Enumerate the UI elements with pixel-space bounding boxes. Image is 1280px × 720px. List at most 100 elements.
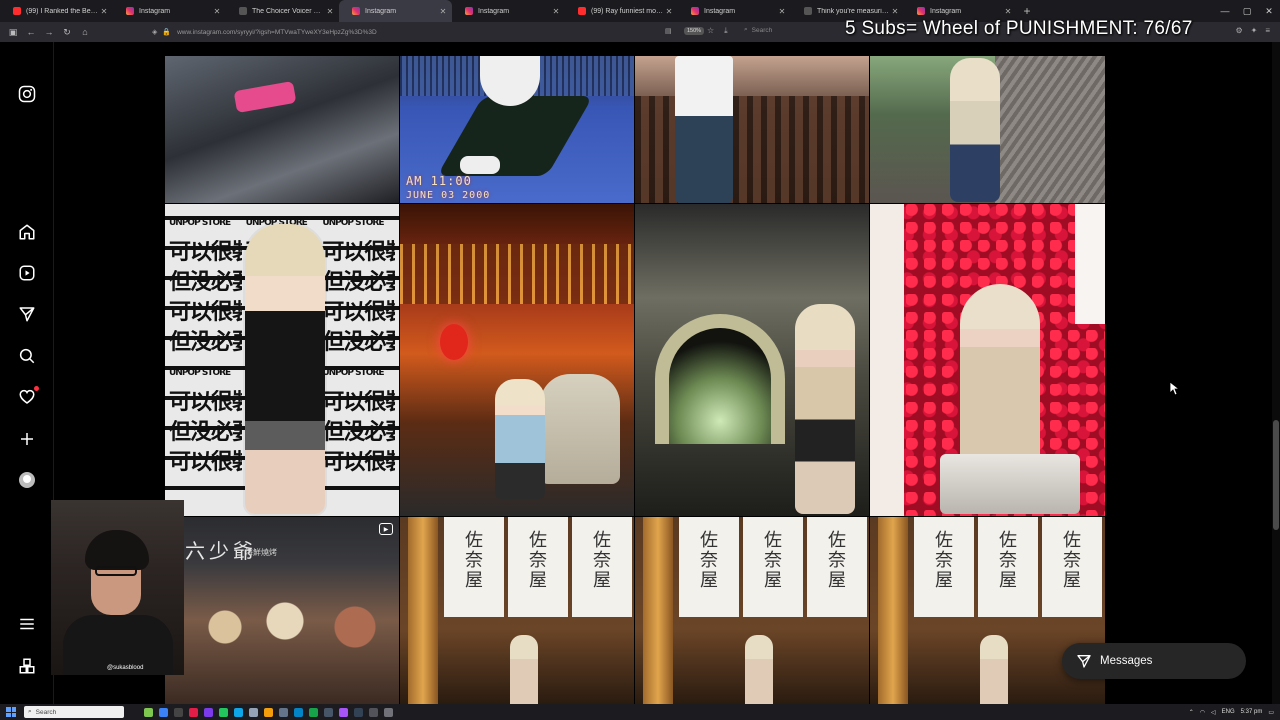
post-thumbnail-motorbike[interactable] [165, 56, 399, 203]
apps-icon[interactable] [17, 656, 37, 676]
close-tab-icon[interactable]: ✕ [212, 7, 222, 16]
app-icon[interactable] [279, 707, 288, 717]
close-tab-icon[interactable]: ✕ [664, 7, 674, 16]
webcam-handle: @sukasblood [107, 665, 144, 671]
close-tab-icon[interactable]: ✕ [777, 7, 787, 16]
extension-icon[interactable]: ⚙ [1235, 26, 1242, 35]
search-placeholder: Search [751, 26, 773, 34]
page-scrollbar[interactable] [1272, 42, 1280, 704]
create-icon[interactable] [17, 429, 37, 449]
post-thumbnail-rooftop[interactable] [870, 56, 1105, 203]
app-icon[interactable] [294, 707, 303, 717]
avatar [19, 472, 35, 488]
browser-tab[interactable]: Instagram ✕ [678, 0, 791, 22]
app-icon[interactable] [144, 707, 153, 717]
reader-view-icon[interactable]: ▤ [665, 27, 672, 35]
app-icon[interactable] [324, 707, 333, 717]
browser-search-box[interactable]: ⌕ Search [744, 26, 844, 34]
search-icon[interactable] [17, 346, 37, 366]
post-thumbnail-bbq-dinner[interactable]: 六少爺 海鮮燒烤 ▶ [165, 517, 399, 704]
stream-overlay-text: 5 Subs= Wheel of PUNISHMENT: 76/67 [845, 18, 1193, 39]
start-menu-icon[interactable] [4, 705, 18, 719]
reload-icon[interactable]: ↻ [58, 27, 76, 38]
reels-icon[interactable] [17, 263, 37, 283]
new-tab-button[interactable]: + [1017, 4, 1037, 18]
site-favicon-icon [239, 7, 247, 15]
instagram-sidebar [0, 42, 54, 704]
profile-icon[interactable] [17, 470, 37, 490]
extensions-puzzle-icon[interactable]: ✦ [1251, 26, 1258, 35]
scrollbar-thumb[interactable] [1273, 420, 1279, 530]
app-icon[interactable] [189, 707, 198, 717]
minimize-icon[interactable]: — [1214, 0, 1236, 22]
app-icon[interactable] [204, 707, 213, 717]
instagram-favicon-icon [126, 7, 134, 15]
notifications-icon[interactable] [17, 386, 39, 407]
app-icon[interactable] [234, 707, 243, 717]
url-text[interactable]: www.instagram.com/syryyi/?igsh=MTVwaTYwe… [177, 29, 377, 36]
maximize-icon[interactable]: ▢ [1236, 0, 1258, 22]
post-thumbnail-temple[interactable] [400, 204, 634, 516]
back-icon[interactable]: ← [22, 27, 40, 37]
lock-icon[interactable]: 🔒 [162, 28, 171, 36]
close-tab-icon[interactable]: ✕ [438, 7, 448, 16]
chevron-up-icon[interactable]: ⌃ [1189, 709, 1194, 716]
magnifier-icon: ⌕ [744, 26, 748, 33]
post-thumbnail-bridge[interactable] [635, 204, 869, 516]
close-tab-icon[interactable]: ✕ [1003, 7, 1013, 16]
download-icon[interactable]: ⤓ [724, 26, 728, 36]
post-thumbnail-curtain-2[interactable]: 佐 奈 屋 佐 奈 屋 佐 奈 屋 [635, 517, 869, 704]
volume-icon[interactable]: ◁ [1211, 709, 1216, 716]
post-thumbnail-balcony[interactable] [635, 56, 869, 203]
close-tab-icon[interactable]: ✕ [551, 7, 561, 16]
app-icon[interactable] [384, 707, 393, 717]
messages-button[interactable]: Messages [1062, 643, 1246, 679]
magnifier-icon: ⌕ [28, 708, 32, 715]
messages-label: Messages [1100, 655, 1153, 667]
shield-icon[interactable]: ◈ [152, 28, 157, 36]
sidebar-toggle-icon[interactable]: ▣ [4, 27, 22, 38]
app-icon[interactable] [369, 707, 378, 717]
browser-tab-active[interactable]: Instagram ✕ [339, 0, 452, 22]
menu-more-icon[interactable]: ≡ [1265, 26, 1270, 35]
bookmark-star-icon[interactable]: ☆ [707, 26, 714, 36]
menu-icon[interactable] [17, 614, 37, 634]
browser-tab[interactable]: Instagram ✕ [452, 0, 565, 22]
close-tab-icon[interactable]: ✕ [99, 7, 109, 16]
browser-tab[interactable]: (99) Ray funniest moments 😂✕ [565, 0, 678, 22]
site-favicon-icon [804, 7, 812, 15]
app-icon[interactable] [174, 707, 183, 717]
forward-icon[interactable]: → [40, 27, 58, 37]
youtube-favicon-icon [578, 7, 586, 15]
address-bar[interactable]: ◈ 🔒 www.instagram.com/syryyi/?igsh=MTVwa… [152, 25, 732, 39]
browser-tab[interactable]: (99) I Ranked the Best and Wor✕ [0, 0, 113, 22]
zoom-level-badge[interactable]: 150% [684, 27, 705, 35]
close-window-icon[interactable]: ✕ [1258, 0, 1280, 22]
notification-center-icon[interactable]: ▭ [1268, 709, 1274, 716]
app-icon[interactable] [354, 707, 363, 717]
clock[interactable]: 5:37 pm [1241, 709, 1263, 715]
language-indicator[interactable]: ENG [1222, 709, 1235, 715]
instagram-favicon-icon [917, 7, 925, 15]
post-thumbnail-roses[interactable] [870, 204, 1105, 516]
wifi-icon[interactable]: ◠ [1200, 709, 1205, 716]
taskbar-search[interactable]: ⌕ Search [24, 706, 124, 718]
photo-date-stamp: AM 11:00 JUNE 03 2000 [406, 174, 491, 201]
app-icon[interactable] [264, 707, 273, 717]
app-icon[interactable] [219, 707, 228, 717]
post-thumbnail-curtain-1[interactable]: 佐 奈 屋 佐 奈 屋 佐 奈 屋 [400, 517, 634, 704]
browser-tab[interactable]: The Choicer Voicer Dub Packs |✕ [226, 0, 339, 22]
instagram-logo-icon[interactable] [17, 84, 37, 104]
browser-tab[interactable]: Instagram ✕ [113, 0, 226, 22]
home-icon[interactable] [17, 222, 37, 242]
app-icon[interactable] [249, 707, 258, 717]
app-icon[interactable] [309, 707, 318, 717]
app-icon[interactable] [339, 707, 348, 717]
close-tab-icon[interactable]: ✕ [890, 7, 900, 16]
close-tab-icon[interactable]: ✕ [325, 7, 335, 16]
direct-icon[interactable] [17, 304, 37, 324]
home-icon[interactable]: ⌂ [76, 27, 94, 37]
post-thumbnail-unpop-store[interactable]: UNPOP STORE UNPOP STORE UNPOP STORE 可以很裝… [165, 204, 399, 516]
app-icon[interactable] [159, 707, 168, 717]
post-thumbnail-tennis-court[interactable]: AM 11:00 JUNE 03 2000 [400, 56, 634, 203]
